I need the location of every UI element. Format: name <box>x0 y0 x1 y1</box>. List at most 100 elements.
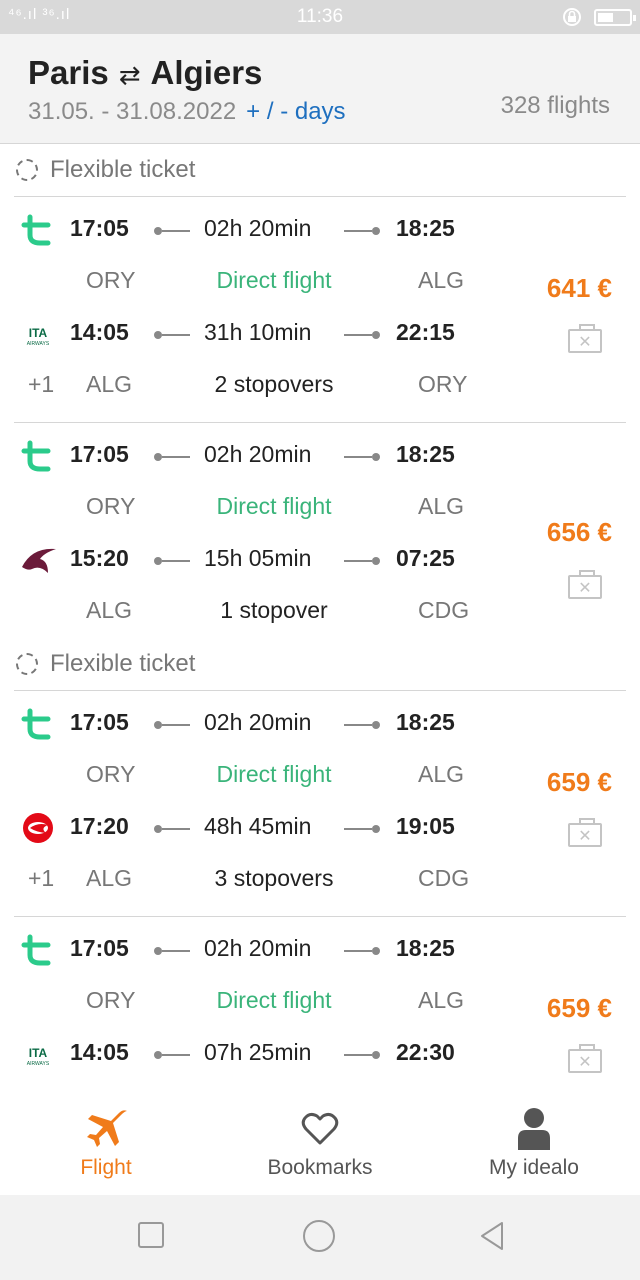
route-line-end <box>372 825 380 833</box>
stopover-info: 1 stopover <box>220 597 328 623</box>
status-bar: ⁴⁶.ıl ³⁶.ıl 11:36 <box>0 0 640 34</box>
route-line <box>344 334 372 336</box>
ita-airways-logo-icon: ITAAIRWAYS <box>27 1046 50 1067</box>
back-icon[interactable] <box>478 1221 506 1251</box>
route-line <box>344 828 372 830</box>
arrival-time: 18:25 <box>396 441 455 467</box>
arrival-airport: ALG <box>418 267 465 293</box>
route-line-end <box>372 557 380 565</box>
transavia-logo-icon <box>21 440 51 472</box>
flight-duration: 02h 20min <box>204 935 312 961</box>
flight-duration: 31h 10min <box>204 319 312 345</box>
turkish-airlines-logo-icon <box>23 813 53 843</box>
outbound-times-row: 17:05 02h 20min 18:25 <box>14 431 626 483</box>
arrival-time: 07:25 <box>396 545 455 571</box>
departure-time: 17:05 <box>70 441 129 467</box>
departure-time: 17:05 <box>70 215 129 241</box>
price: 641 € <box>546 273 612 303</box>
arrival-time: 18:25 <box>396 709 455 735</box>
return-times-row: ITA AIRWAYS 14:05 31h 10min 22:15 <box>14 309 626 361</box>
route-line-start <box>154 331 162 339</box>
departure-airport: ORY <box>86 761 136 787</box>
destination-city: Algiers <box>150 54 263 91</box>
search-summary-header[interactable]: Paris ⇄ Algiers 31.05. - 31.08.2022 + / - d… <box>0 34 640 144</box>
stopover-info: Direct flight <box>216 761 332 787</box>
stopover-info: Direct flight <box>216 987 332 1013</box>
departure-time: 17:05 <box>70 935 129 961</box>
return-times-row: ITA AIRWAYS 14:05 07h 25min 22:30 <box>14 1029 626 1081</box>
transavia-logo-icon <box>21 934 51 966</box>
stopover-info: 2 stopovers <box>214 371 334 397</box>
return-airports-row: +1 ALG 3 stopovers CDG <box>14 855 626 907</box>
system-navigation-bar <box>0 1195 640 1280</box>
nav-account-label: My idealo <box>489 1156 579 1179</box>
route-line-start <box>154 721 162 729</box>
outbound-times-row: 17:05 02h 20min 18:25 <box>14 699 626 751</box>
arrival-time: 18:25 <box>396 935 455 961</box>
flight-result-card[interactable]: 17:05 02h 20min 18:25 ORY Direct flight … <box>14 691 626 917</box>
ita-airways-logo-icon: ITAAIRWAYS <box>27 326 50 347</box>
outbound-airports-row: ORY Direct flight ALG <box>14 257 626 309</box>
departure-airport: ALG <box>86 371 133 397</box>
arrival-time: 19:05 <box>396 813 455 839</box>
route-line-end <box>372 947 380 955</box>
flight-count: 328 flights <box>500 92 610 119</box>
flight-result-card[interactable]: 17:05 02h 20min 18:25 ORY Direct flight … <box>14 917 626 1091</box>
arrival-airport: CDG <box>418 865 470 891</box>
flight-duration: 07h 25min <box>204 1039 312 1065</box>
route-line-start <box>154 557 162 565</box>
nav-account[interactable]: My idealo <box>428 1092 640 1195</box>
return-times-row: 15:20 15h 05min 07:25 <box>14 535 626 587</box>
outbound-times-row: 17:05 02h 20min 18:25 <box>14 925 626 977</box>
results-list[interactable]: Flexible ticket 17:05 02h 20min 18:25 OR… <box>0 145 640 1091</box>
outbound-times-row: 17:05 02h 20min 18:25 <box>14 205 626 257</box>
route-line <box>162 950 190 952</box>
departure-airport: ORY <box>86 267 136 293</box>
flight-result-card[interactable]: 17:05 02h 20min 18:25 ORY Direct flight … <box>14 197 626 423</box>
heart-icon <box>301 1112 339 1145</box>
battery-icon <box>594 9 636 26</box>
arrival-airport: ORY <box>418 371 468 397</box>
bottom-navigation: Flight Bookmarks My idealo <box>0 1092 640 1195</box>
return-airports-row: ALG 1 stopover CDG <box>14 587 626 639</box>
route-line-start <box>154 825 162 833</box>
departure-airport: ORY <box>86 493 136 519</box>
outbound-airports-row: ORY Direct flight ALG <box>14 977 626 1029</box>
date-range-text: 31.05. - 31.08.2022 <box>28 98 237 125</box>
flight-result-card[interactable]: 17:05 02h 20min 18:25 ORY Direct flight … <box>14 423 626 649</box>
outbound-airports-row: ORY Direct flight ALG <box>14 483 626 535</box>
arrival-airport: ALG <box>418 987 465 1013</box>
svg-text:AIRWAYS: AIRWAYS <box>27 1061 50 1067</box>
route-line <box>344 560 372 562</box>
departure-airport: ORY <box>86 987 136 1013</box>
route-line-start <box>154 453 162 461</box>
route-line-end <box>372 331 380 339</box>
departure-time: 17:05 <box>70 709 129 735</box>
route-line <box>162 828 190 830</box>
nav-bookmarks-label: Bookmarks <box>267 1156 373 1179</box>
nav-flight-label: Flight <box>80 1156 132 1179</box>
route-line <box>162 560 190 562</box>
home-icon[interactable] <box>302 1219 336 1253</box>
arrival-time: 18:25 <box>396 215 455 241</box>
stopover-info: Direct flight <box>216 267 332 293</box>
swap-icon: ⇄ <box>118 60 141 90</box>
departure-time: 17:20 <box>70 813 129 839</box>
route-line <box>162 724 190 726</box>
stopover-info: 3 stopovers <box>214 865 334 891</box>
recents-icon[interactable] <box>137 1221 165 1249</box>
route-line <box>344 230 372 232</box>
origin-city: Paris <box>28 54 109 91</box>
arrival-time: 22:15 <box>396 319 455 345</box>
flight-duration: 02h 20min <box>204 441 312 467</box>
svg-text:AIRWAYS: AIRWAYS <box>27 341 50 347</box>
nav-bookmarks[interactable]: Bookmarks <box>212 1092 428 1195</box>
price: 659 € <box>546 993 612 1023</box>
return-airports-row: +1 ALG 2 stopovers ORY <box>14 361 626 413</box>
flexible-ticket-icon <box>16 159 38 181</box>
svg-text:ITA: ITA <box>29 326 48 340</box>
route-line <box>162 1054 190 1056</box>
nav-flight[interactable]: Flight <box>0 1092 212 1195</box>
flexible-days-link[interactable]: + / - days <box>246 98 345 125</box>
return-times-row: 17:20 48h 45min 19:05 <box>14 803 626 855</box>
